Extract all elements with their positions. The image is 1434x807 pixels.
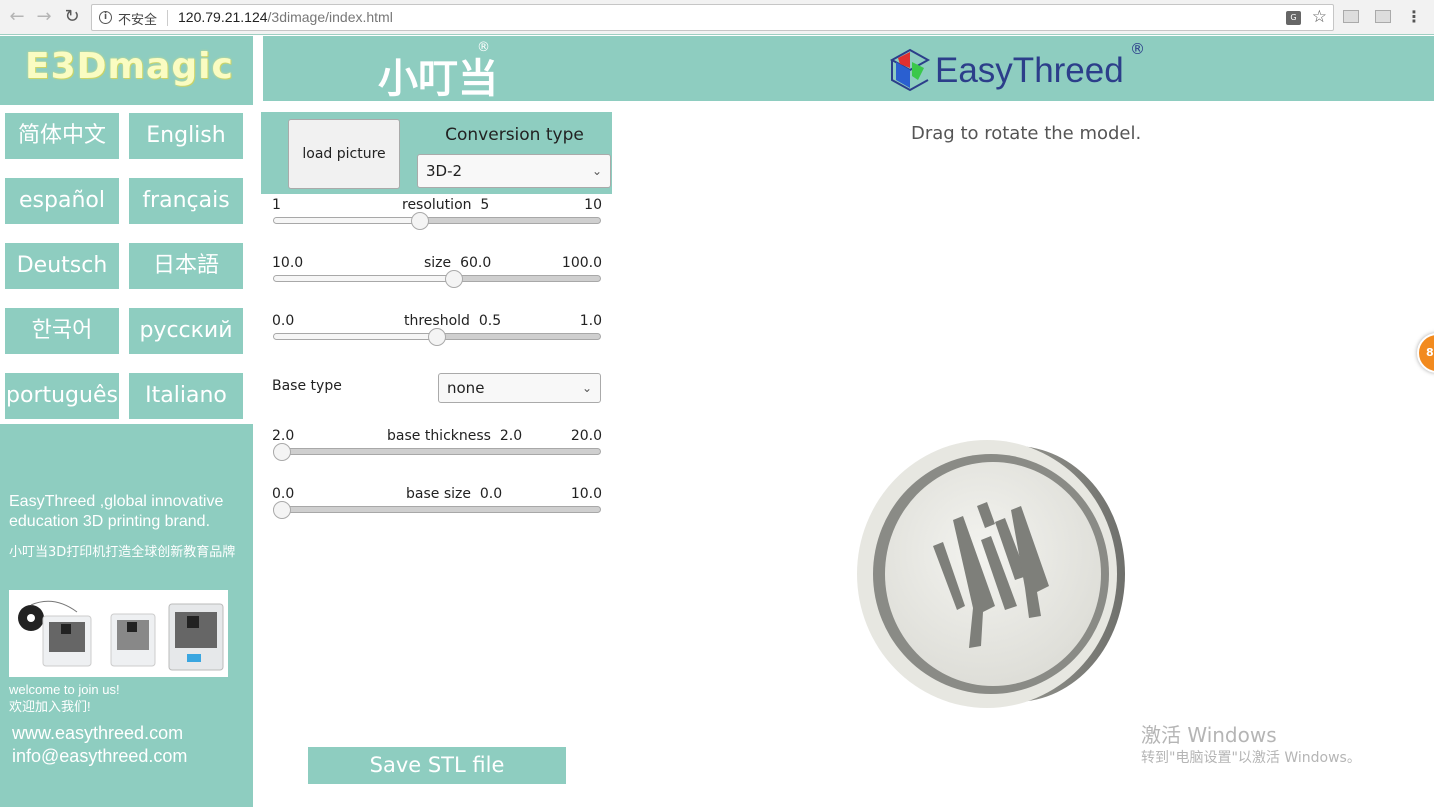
lang-button-ja[interactable]: 日本語 (129, 243, 243, 289)
slider-min: 0.0 (272, 313, 295, 329)
url-text[interactable]: 120.79.21.124/3dimage/index.html (178, 9, 393, 25)
e3dmagic-logo[interactable]: E3Dmagic (0, 36, 253, 101)
tagline-chinese: 小叮当3D打印机打造全球创新教育品牌 (9, 545, 236, 560)
slider-min: 10.0 (272, 255, 304, 271)
slider-thumb[interactable] (428, 328, 446, 346)
conversion-type-label: Conversion type (445, 125, 584, 145)
welcome-text: welcome to join us! 欢迎加入我们! (9, 681, 120, 715)
watermark-subtitle: 转到"电脑设置"以激活 Windows。 (1141, 750, 1361, 766)
base-type-select[interactable]: none ⌄ (438, 373, 601, 403)
lang-button-pt[interactable]: português (5, 373, 119, 419)
size-slider[interactable]: 10.0 size 60.0 100.0 (272, 255, 602, 295)
slider-min: 2.0 (272, 428, 295, 444)
lang-button-ru[interactable]: русский (129, 308, 243, 354)
slider-thumb[interactable] (273, 501, 291, 519)
slider-track[interactable] (273, 506, 601, 513)
address-bar[interactable]: i 不安全 120.79.21.124/3dimage/index.html G… (91, 4, 1334, 31)
windows-activation-watermark: 激活 Windows 转到"电脑设置"以激活 Windows。 (1141, 722, 1361, 768)
tagline-english: EasyThreed ,global innovative education … (9, 493, 224, 530)
slider-fill (274, 276, 456, 281)
base-thickness-slider[interactable]: 2.0 base thickness 2.0 20.0 (272, 428, 602, 468)
slider-label: base thickness 2.0 (387, 428, 523, 444)
lang-button-fr[interactable]: français (129, 178, 243, 224)
slider-track[interactable] (273, 217, 601, 224)
slider-thumb[interactable] (445, 270, 464, 288)
slider-max: 20.0 (570, 428, 602, 444)
browser-toolbar: ← → ↻ i 不安全 120.79.21.124/3dimage/index.… (0, 0, 1434, 35)
contact-info: www.easythreed.com info@easythreed.com (12, 722, 187, 768)
slider-max: 100.0 (561, 255, 602, 271)
base-type-label: Base type (272, 378, 342, 394)
reload-icon[interactable]: ↻ (61, 6, 83, 28)
conversion-type-value: 3D-2 (426, 162, 463, 180)
save-stl-button[interactable]: Save STL file (308, 747, 566, 784)
lang-button-es[interactable]: español (5, 178, 119, 224)
welcome-english: welcome to join us! (9, 682, 120, 697)
threshold-slider[interactable]: 0.0 threshold 0.5 1.0 (272, 313, 602, 353)
e3dmagic-logo-text: E3Dmagic (25, 46, 234, 87)
conversion-type-select[interactable]: 3D-2 ⌄ (417, 154, 611, 188)
slider-min: 0.0 (272, 486, 295, 502)
watermark-title: 激活 Windows (1141, 723, 1277, 747)
info-icon[interactable]: i (99, 11, 112, 24)
lang-button-de[interactable]: Deutsch (5, 243, 119, 289)
lang-button-en[interactable]: English (129, 113, 243, 159)
slider-track[interactable] (273, 275, 601, 282)
divider (167, 10, 168, 26)
slider-max: 10 (584, 197, 602, 213)
slider-thumb[interactable] (273, 443, 291, 461)
drag-hint: Drag to rotate the model. (911, 123, 1142, 144)
extension-icon[interactable] (1375, 10, 1391, 23)
star-icon[interactable]: ☆ (1312, 7, 1327, 27)
resolution-slider[interactable]: 1 resolution 5 10 (272, 197, 602, 237)
slider-fill (274, 218, 421, 223)
website-link[interactable]: www.easythreed.com (12, 722, 187, 745)
chevron-down-icon: ⌄ (591, 164, 602, 178)
forward-icon[interactable]: → (33, 6, 55, 28)
back-icon[interactable]: ← (6, 6, 28, 28)
slider-thumb[interactable] (410, 212, 429, 230)
registered-mark: ® (1130, 40, 1145, 58)
base-size-slider[interactable]: 0.0 base size 0.0 10.0 (272, 486, 602, 526)
url-host: 120.79.21.124 (178, 9, 268, 25)
slider-fill (274, 334, 438, 339)
slider-track[interactable] (273, 448, 601, 455)
language-panel: 简体中文 English español français Deutsch 日本… (0, 101, 253, 428)
extension-icon[interactable] (1343, 10, 1359, 23)
easythreed-logo: EasyThreed (935, 51, 1124, 90)
slider-max: 1.0 (579, 313, 602, 329)
slider-label: base size 0.0 (406, 486, 503, 502)
header-banner: 小叮当 ® EasyThreed ® (263, 36, 1434, 102)
menu-icon[interactable]: ⋮ (1406, 6, 1422, 28)
lang-button-it[interactable]: Italiano (129, 373, 243, 419)
welcome-chinese: 欢迎加入我们! (9, 699, 91, 714)
model-viewer[interactable]: Drag to rotate the model. (620, 101, 1434, 807)
easythreed-cube-icon (889, 48, 931, 92)
slider-min: 1 (272, 197, 281, 213)
slider-label: resolution 5 (402, 197, 490, 213)
page: E3Dmagic 小叮当 ® EasyThreed ® 简体中文 English… (0, 36, 1434, 807)
slider-label: size 60.0 (424, 255, 492, 271)
lang-button-zh[interactable]: 简体中文 (5, 113, 119, 159)
brand-info-panel: EasyThreed ,global innovative education … (0, 428, 253, 807)
translate-icon[interactable]: G (1286, 11, 1301, 25)
base-type-value: none (447, 379, 485, 397)
printers-image (9, 590, 228, 677)
slider-label: threshold 0.5 (404, 313, 502, 329)
url-path: /3dimage/index.html (267, 9, 393, 25)
email-link[interactable]: info@easythreed.com (12, 745, 187, 768)
conversion-panel: load picture Conversion type 3D-2 ⌄ (261, 112, 612, 194)
registered-mark: ® (477, 40, 490, 55)
slider-max: 10.0 (570, 486, 602, 502)
3d-model-preview[interactable] (855, 436, 1130, 711)
lang-button-ko[interactable]: 한국어 (5, 308, 119, 354)
chevron-down-icon: ⌄ (581, 381, 592, 395)
load-picture-button[interactable]: load picture (288, 119, 400, 189)
security-label: 不安全 (118, 13, 158, 28)
